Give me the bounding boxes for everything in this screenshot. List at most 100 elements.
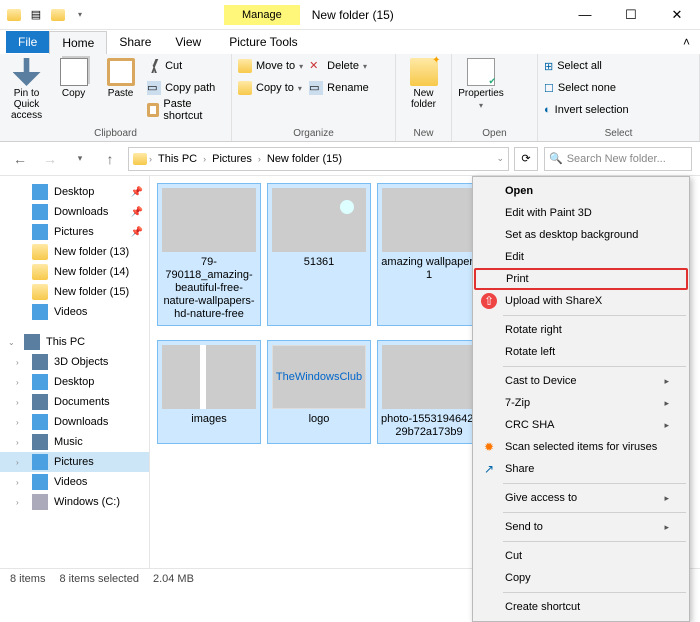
copy-to-button[interactable]: Copy to ▾ <box>238 78 303 98</box>
paste-button[interactable]: Paste <box>100 56 141 101</box>
file-item[interactable]: amazing wallpaper-1 <box>378 184 480 325</box>
ctx-set-background[interactable]: Set as desktop background <box>475 224 687 246</box>
ctx-send-to[interactable]: Send to▸ <box>475 516 687 538</box>
properties-icon <box>467 58 495 86</box>
tab-share[interactable]: Share <box>107 31 163 53</box>
file-item[interactable]: 51361 <box>268 184 370 325</box>
breadcrumb[interactable]: › This PC › Pictures › New folder (15) ⌄ <box>128 147 509 171</box>
nav-this-pc[interactable]: ⌄This PC <box>0 332 149 352</box>
ctx-7zip[interactable]: 7-Zip▸ <box>475 392 687 414</box>
ctx-crc-sha[interactable]: CRC SHA▸ <box>475 414 687 436</box>
nav-pictures[interactable]: Pictures📌 <box>0 222 149 242</box>
nav-desktop[interactable]: Desktop📌 <box>0 182 149 202</box>
rename-icon: ▭ <box>309 81 323 95</box>
minimize-button[interactable]: — <box>562 0 608 30</box>
invert-selection-icon: ◐ <box>544 104 551 116</box>
copy-path-icon: ▭ <box>147 81 161 95</box>
nav-windows-c[interactable]: ›Windows (C:) <box>0 492 149 512</box>
maximize-button[interactable]: ☐ <box>608 0 654 30</box>
nav-newfolder13[interactable]: New folder (13) <box>0 242 149 262</box>
chevron-right-icon: ▸ <box>664 522 669 533</box>
nav-desktop-2[interactable]: ›Desktop <box>0 372 149 392</box>
copy-button[interactable]: Copy <box>53 56 94 101</box>
recent-locations-button[interactable]: ▾ <box>68 147 92 171</box>
file-item[interactable]: 79-790118_amazing-beautiful-free-nature-… <box>158 184 260 325</box>
ctx-cut[interactable]: Cut <box>475 545 687 567</box>
refresh-button[interactable]: ⟳ <box>514 147 538 171</box>
move-to-button[interactable]: Move to ▾ <box>238 56 303 76</box>
nav-pictures-2[interactable]: ›Pictures <box>0 452 149 472</box>
search-input[interactable]: 🔍 Search New folder... <box>544 147 692 171</box>
ctx-create-shortcut[interactable]: Create shortcut <box>475 596 687 618</box>
chevron-down-icon[interactable]: ⌄ <box>496 153 504 164</box>
delete-button[interactable]: ✕Delete ▾ <box>309 56 369 76</box>
chevron-right-icon: ▸ <box>664 420 669 431</box>
close-button[interactable]: ✕ <box>654 0 700 30</box>
forward-button[interactable]: → <box>38 147 62 171</box>
nav-downloads[interactable]: Downloads📌 <box>0 202 149 222</box>
thumbnail-icon <box>382 345 476 409</box>
nav-documents[interactable]: ›Documents <box>0 392 149 412</box>
pin-icon: 📌 <box>131 187 143 198</box>
file-item[interactable]: TheWindowsClublogo <box>268 341 370 443</box>
back-button[interactable]: ← <box>8 147 32 171</box>
new-folder-button[interactable]: New folder <box>402 56 445 112</box>
breadcrumb-folder[interactable]: New folder (15) <box>263 153 346 165</box>
ctx-give-access[interactable]: Give access to▸ <box>475 487 687 509</box>
tab-picture-tools[interactable]: Picture Tools <box>217 31 309 53</box>
window-title: New folder (15) <box>300 8 406 22</box>
ctx-edit-paint3d[interactable]: Edit with Paint 3D <box>475 202 687 224</box>
properties-button[interactable]: Properties ▾ <box>458 56 504 112</box>
nav-music[interactable]: ›Music <box>0 432 149 452</box>
ctx-upload-sharex[interactable]: ⇧Upload with ShareX <box>475 290 687 312</box>
up-button[interactable]: ↑ <box>98 147 122 171</box>
tab-view[interactable]: View <box>163 31 213 53</box>
ctx-rotate-right[interactable]: Rotate right <box>475 319 687 341</box>
collapse-ribbon-icon[interactable]: ˄ <box>683 35 690 49</box>
chevron-right-icon[interactable]: › <box>258 154 261 164</box>
sharex-icon: ⇧ <box>481 293 497 309</box>
nav-videos-2[interactable]: ›Videos <box>0 472 149 492</box>
chevron-right-icon[interactable]: › <box>149 154 152 164</box>
ctx-copy[interactable]: Copy <box>475 567 687 589</box>
nav-videos[interactable]: Videos <box>0 302 149 322</box>
chevron-right-icon[interactable]: › <box>203 154 206 164</box>
rename-button[interactable]: ▭Rename <box>309 78 369 98</box>
breadcrumb-this-pc[interactable]: This PC <box>154 153 201 165</box>
select-none-button[interactable]: ☐Select none <box>544 78 629 98</box>
context-menu: Open Edit with Paint 3D Set as desktop b… <box>472 176 690 622</box>
select-all-button[interactable]: ⊞Select all <box>544 56 629 76</box>
file-item[interactable]: photo-1553194642-29b72a173b9 <box>378 341 480 443</box>
nav-newfolder15[interactable]: New folder (15) <box>0 282 149 302</box>
contextual-tab-manage[interactable]: Manage <box>224 5 300 25</box>
breadcrumb-pictures[interactable]: Pictures <box>208 153 256 165</box>
ctx-open[interactable]: Open <box>475 180 687 202</box>
navigation-pane: Desktop📌 Downloads📌 Pictures📌 New folder… <box>0 176 150 568</box>
tab-home[interactable]: Home <box>49 31 107 54</box>
ctx-rotate-left[interactable]: Rotate left <box>475 341 687 363</box>
nav-3d-objects[interactable]: ›3D Objects <box>0 352 149 372</box>
search-icon: 🔍 <box>549 152 563 165</box>
ctx-scan-virus[interactable]: ✹Scan selected items for viruses <box>475 436 687 458</box>
properties-icon[interactable]: ▤ <box>28 7 44 23</box>
pin-to-quick-access-button[interactable]: Pin to Quick access <box>6 56 47 123</box>
group-label: New <box>402 126 445 141</box>
tab-file[interactable]: File <box>6 31 49 53</box>
file-item[interactable]: images <box>158 341 260 443</box>
copy-icon <box>60 58 88 86</box>
thumbnail-icon <box>382 188 476 252</box>
nav-newfolder14[interactable]: New folder (14) <box>0 262 149 282</box>
ctx-cast-to-device[interactable]: Cast to Device▸ <box>475 370 687 392</box>
paste-shortcut-button[interactable]: Paste shortcut <box>147 100 225 120</box>
ctx-share[interactable]: ↗Share <box>475 458 687 480</box>
invert-selection-button[interactable]: ◐Invert selection <box>544 100 629 120</box>
ctx-print[interactable]: Print <box>474 268 688 290</box>
cut-button[interactable]: Cut <box>147 56 225 76</box>
qat-dropdown-icon[interactable]: ▾ <box>72 7 88 23</box>
nav-downloads-2[interactable]: ›Downloads <box>0 412 149 432</box>
move-to-icon <box>238 59 252 73</box>
separator <box>503 592 686 593</box>
copy-path-button[interactable]: ▭Copy path <box>147 78 225 98</box>
ctx-edit[interactable]: Edit <box>475 246 687 268</box>
new-folder-icon[interactable] <box>50 7 66 23</box>
